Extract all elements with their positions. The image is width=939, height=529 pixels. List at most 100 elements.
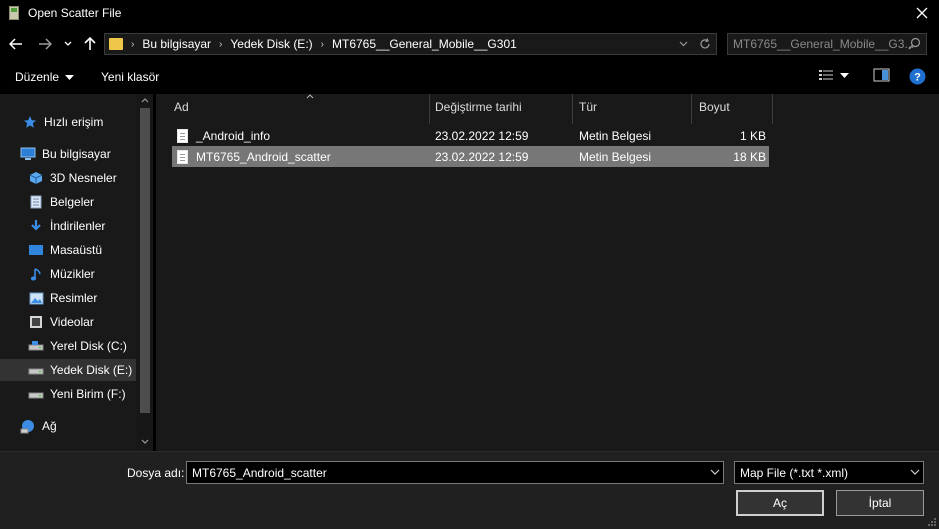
nav-item-quick-access[interactable]: Hızlı erişim: [0, 111, 136, 133]
nav-item-drive-f[interactable]: Yeni Birim (F:): [0, 383, 136, 405]
close-button[interactable]: [911, 2, 933, 24]
address-row: › Bu bilgisayar › Yedek Disk (E:) › MT67…: [0, 28, 939, 62]
up-button[interactable]: [80, 34, 100, 54]
search-placeholder: MT6765__General_Mobile__G3...: [733, 37, 915, 51]
chevron-down-icon: [679, 41, 687, 47]
new-folder-button[interactable]: Yeni klasör: [101, 70, 159, 84]
text-document-icon: [177, 128, 188, 143]
back-button[interactable]: [6, 34, 26, 54]
drive-icon: [28, 386, 44, 402]
app-icon: [9, 6, 19, 20]
recent-locations-button[interactable]: [60, 34, 76, 54]
nav-item-label: Müzikler: [50, 267, 95, 281]
address-dropdown-button[interactable]: [672, 34, 694, 54]
file-row[interactable]: _Android_info 23.02.2022 12:59 Metin Bel…: [172, 125, 769, 146]
nav-item-drive-e[interactable]: Yedek Disk (E:): [0, 359, 136, 381]
desktop-icon: [28, 242, 44, 258]
svg-text:?: ?: [914, 72, 921, 84]
preview-pane-button[interactable]: [873, 68, 890, 82]
nav-item-label: İndirilenler: [50, 219, 106, 233]
breadcrumb-drive-e[interactable]: Yedek Disk (E:): [230, 37, 312, 51]
drive-icon: [28, 362, 44, 378]
column-header-size[interactable]: Boyut: [693, 94, 771, 120]
file-type-value: Map File (*.txt *.xml): [740, 465, 849, 480]
nav-item-music[interactable]: Müzikler: [0, 263, 136, 285]
toolbar: Düzenle Yeni klasör ?: [0, 66, 939, 90]
breadcrumb-current-folder[interactable]: MT6765__General_Mobile__G301: [332, 37, 517, 51]
breadcrumb-this-pc[interactable]: Bu bilgisayar: [142, 37, 211, 51]
nav-item-documents[interactable]: Belgeler: [0, 191, 136, 213]
nav-item-this-pc[interactable]: Bu bilgisayar: [0, 143, 136, 165]
column-header-label: Ad: [174, 100, 189, 114]
file-size: 1 KB: [739, 128, 766, 143]
address-bar[interactable]: › Bu bilgisayar › Yedek Disk (E:) › MT67…: [104, 33, 717, 55]
nav-item-network[interactable]: Ağ: [0, 415, 136, 437]
help-icon: ?: [909, 68, 926, 85]
search-icon: [908, 37, 921, 50]
scroll-down-arrow-icon[interactable]: [140, 437, 150, 447]
nav-item-label: Yerel Disk (C:): [50, 339, 127, 353]
text-document-icon: [177, 149, 188, 164]
chevron-down-icon: [65, 74, 75, 80]
nav-item-label: Yeni Birim (F:): [50, 387, 126, 401]
music-icon: [28, 266, 44, 282]
scroll-up-arrow-icon[interactable]: [140, 96, 150, 106]
nav-item-label: Masaüstü: [50, 243, 103, 257]
cancel-button[interactable]: İptal: [836, 490, 924, 516]
open-button[interactable]: Aç: [736, 490, 824, 516]
filename-value: MT6765_Android_scatter: [192, 465, 327, 480]
nav-item-label: Ağ: [42, 419, 57, 433]
organize-button[interactable]: Düzenle: [15, 70, 75, 84]
videos-icon: [28, 314, 44, 330]
nav-item-label: Belgeler: [50, 195, 95, 209]
nav-item-drive-c[interactable]: Yerel Disk (C:): [0, 335, 136, 357]
download-icon: [28, 218, 44, 234]
file-size: 18 KB: [733, 149, 766, 164]
chevron-down-icon: [710, 469, 720, 475]
column-header-name[interactable]: Ad: [168, 94, 428, 120]
view-details-icon: [819, 70, 833, 80]
preview-pane-icon: [873, 68, 890, 82]
nav-item-videos[interactable]: Videolar: [0, 311, 136, 333]
forward-button[interactable]: [35, 34, 55, 54]
file-type: Metin Belgesi: [579, 128, 652, 143]
filename-input[interactable]: MT6765_Android_scatter: [186, 461, 724, 484]
search-input[interactable]: MT6765__General_Mobile__G3...: [727, 33, 927, 55]
column-header-modified[interactable]: Değiştirme tarihi: [429, 94, 573, 120]
refresh-button[interactable]: [694, 34, 716, 54]
file-name: _Android_info: [196, 128, 271, 143]
nav-item-label: 3D Nesneler: [50, 171, 117, 185]
view-options-button[interactable]: [818, 68, 849, 82]
nav-item-3d-objects[interactable]: 3D Nesneler: [0, 167, 136, 189]
nav-item-desktop[interactable]: Masaüstü: [0, 239, 136, 261]
file-type-select[interactable]: Map File (*.txt *.xml): [734, 461, 924, 484]
nav-scrollbar[interactable]: [137, 94, 153, 451]
documents-icon: [28, 194, 44, 210]
forward-arrow-icon: [39, 38, 52, 50]
organize-label: Düzenle: [15, 70, 60, 84]
dialog-footer: Dosya adı: MT6765_Android_scatter Map Fi…: [0, 451, 939, 529]
nav-scroll-thumb[interactable]: [140, 108, 150, 413]
computer-icon: [20, 146, 36, 162]
resize-grip-icon[interactable]: [927, 517, 937, 527]
help-button[interactable]: ?: [909, 68, 926, 85]
breadcrumb-separator[interactable]: ›: [321, 39, 324, 50]
file-type-dropdown-button[interactable]: [910, 464, 920, 483]
file-name-cell: MT6765_Android_scatter: [177, 146, 331, 167]
column-divider[interactable]: [691, 94, 692, 124]
title-bar: Open Scatter File: [0, 0, 939, 26]
filename-dropdown-button[interactable]: [710, 464, 720, 483]
file-list-pane[interactable]: Ad Değiştirme tarihi Tür Boyut _Android_…: [156, 94, 939, 451]
breadcrumb-separator[interactable]: ›: [219, 39, 222, 50]
file-modified: 23.02.2022 12:59: [435, 149, 529, 164]
column-header-type[interactable]: Tür: [573, 94, 692, 120]
chevron-down-icon: [840, 72, 849, 78]
navigation-pane[interactable]: Hızlı erişim Bu bilgisayar 3D Nesneler B…: [0, 94, 153, 451]
chevron-down-icon: [910, 469, 920, 475]
star-icon: [22, 114, 38, 130]
column-divider[interactable]: [772, 94, 773, 124]
file-row-selected[interactable]: MT6765_Android_scatter 23.02.2022 12:59 …: [172, 146, 769, 167]
nav-item-label: Hızlı erişim: [44, 115, 104, 129]
nav-item-pictures[interactable]: Resimler: [0, 287, 136, 309]
nav-item-downloads[interactable]: İndirilenler: [0, 215, 136, 237]
